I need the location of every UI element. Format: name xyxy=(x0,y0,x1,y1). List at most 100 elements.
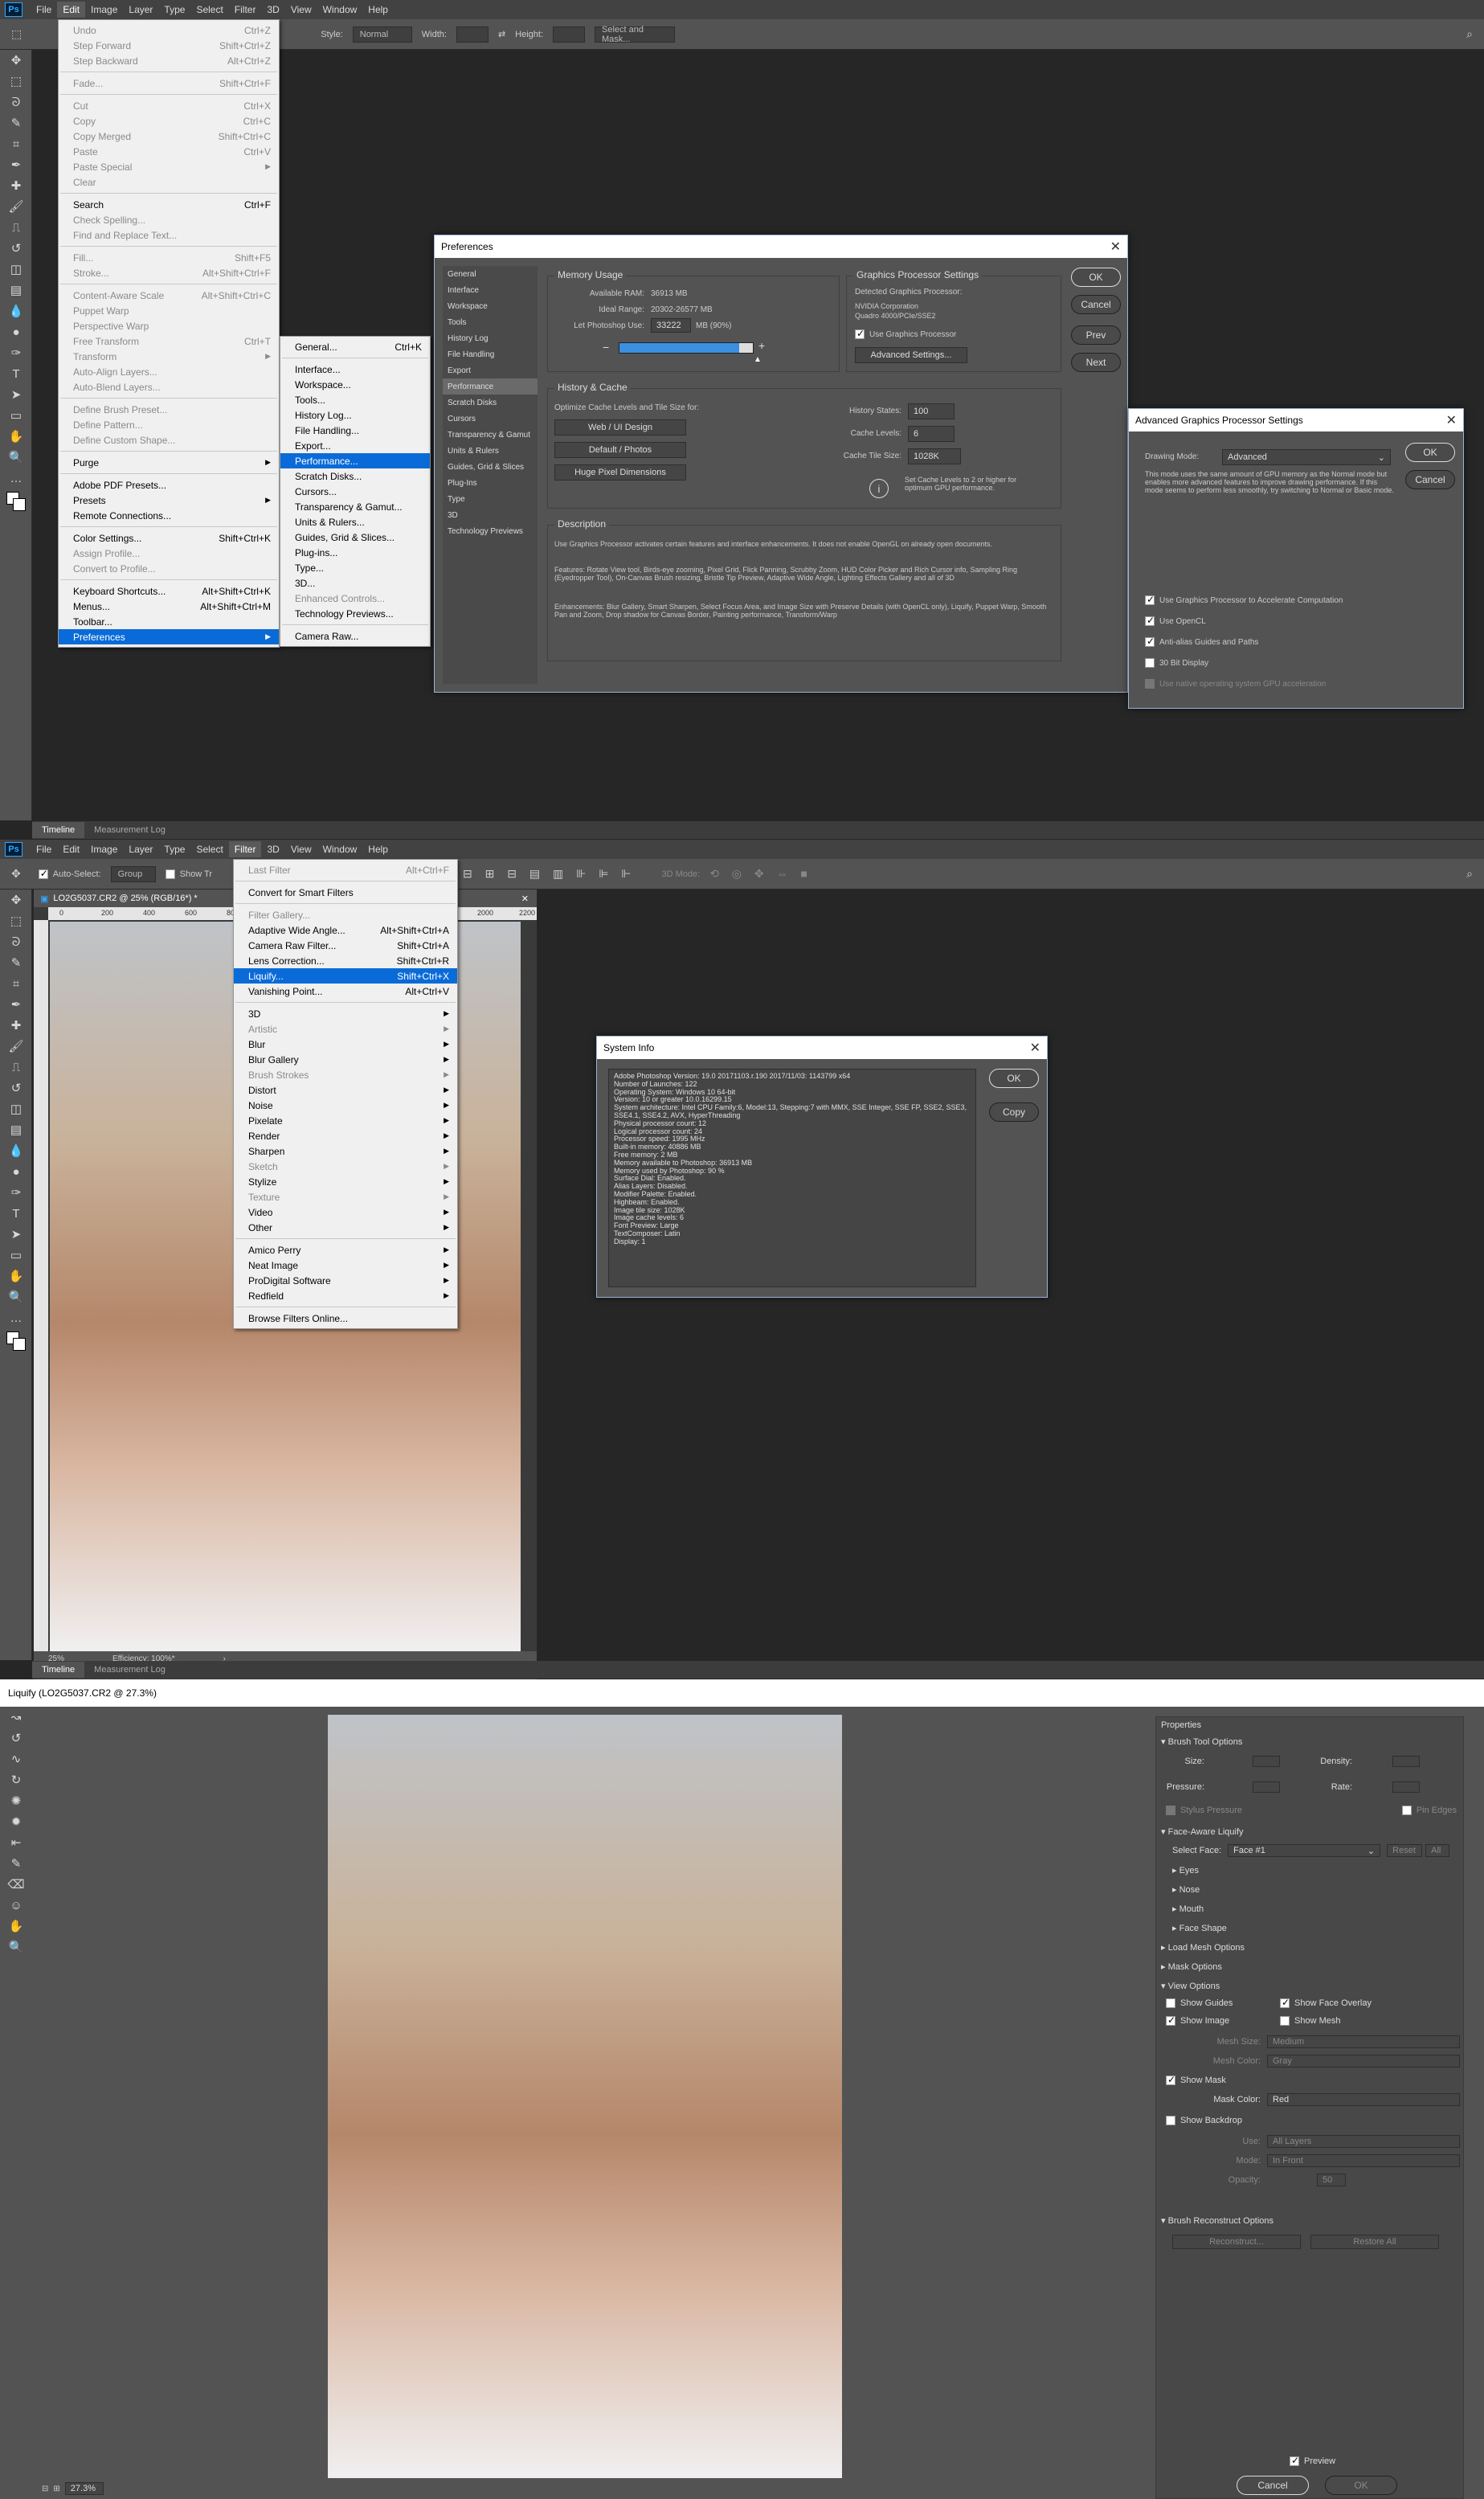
menu-file[interactable]: File xyxy=(31,2,57,18)
tab-measurement-log[interactable]: Measurement Log xyxy=(84,1662,175,1678)
filter-menu-item-adaptive-wide-angle[interactable]: Adaptive Wide Angle... Alt+Shift+Ctrl+A xyxy=(234,922,457,938)
prefs-menu-item-camera-raw[interactable]: Camera Raw... xyxy=(280,628,430,644)
twirl-tool-icon[interactable]: ↻ xyxy=(0,1769,32,1790)
prefs-nav-3d[interactable]: 3D xyxy=(443,507,538,523)
color-swatches[interactable] xyxy=(0,1328,32,1360)
zoom-out-icon[interactable]: ⊟ xyxy=(42,2485,48,2493)
filter-menu-item-browse-filters-online[interactable]: Browse Filters Online... xyxy=(234,1311,457,1326)
filter-menu-item-convert-for-smart-filters[interactable]: Convert for Smart Filters xyxy=(234,885,457,900)
eyedropper-icon[interactable]: ✒ xyxy=(0,154,32,175)
prefs-nav-export[interactable]: Export xyxy=(443,362,538,378)
filter-menu-item-noise[interactable]: Noise ▶ xyxy=(234,1098,457,1113)
move-tool-icon[interactable]: ✥ xyxy=(0,50,32,71)
face-shape-section[interactable]: ▸ Face Shape xyxy=(1156,1923,1463,1934)
marquee-tool-icon[interactable]: ⬚ xyxy=(0,910,32,931)
prefs-nav-type[interactable]: Type xyxy=(443,491,538,507)
group-select[interactable]: Group xyxy=(110,865,156,882)
liquify-cancel-button[interactable]: Cancel xyxy=(1237,2476,1309,2495)
sysinfo-copy-button[interactable]: Copy xyxy=(989,1102,1039,1122)
filter-menu-item-video[interactable]: Video ▶ xyxy=(234,1205,457,1220)
default-photos-button[interactable]: Default / Photos xyxy=(554,442,686,458)
load-mesh-header[interactable]: ▸ Load Mesh Options xyxy=(1156,1942,1463,1953)
liquify-preview-photo[interactable] xyxy=(328,1715,842,2478)
prefs-menu-item-export[interactable]: Export... xyxy=(280,438,430,453)
agps-cancel-button[interactable]: Cancel xyxy=(1405,470,1455,489)
prefs-menu-item-technology-previews[interactable]: Technology Previews... xyxy=(280,606,430,621)
pin-edges-checkbox[interactable] xyxy=(1401,1806,1412,1815)
huge-pixel-dimensions-button[interactable]: Huge Pixel Dimensions xyxy=(554,464,686,481)
menu-3d[interactable]: 3D xyxy=(261,841,284,857)
plus-icon[interactable]: + xyxy=(758,339,765,352)
menu-layer[interactable]: Layer xyxy=(123,2,158,18)
type-tool-icon[interactable]: T xyxy=(0,1203,32,1224)
mouth-section[interactable]: ▸ Mouth xyxy=(1156,1904,1463,1915)
advanced-settings-button[interactable]: Advanced Settings... xyxy=(855,347,967,363)
sysinfo-text-area[interactable]: Adobe Photoshop Version: 19.0 20171103.r… xyxy=(608,1069,976,1287)
filter-menu-item-stylize[interactable]: Stylize ▶ xyxy=(234,1174,457,1189)
pucker-tool-icon[interactable]: ✺ xyxy=(0,1790,32,1811)
prefs-menu-item-performance[interactable]: Performance... xyxy=(280,453,430,468)
menu-select[interactable]: Select xyxy=(190,841,228,857)
prefs-menu-item-plug-ins[interactable]: Plug-ins... xyxy=(280,545,430,560)
cache-levels-input[interactable]: 6 xyxy=(908,426,955,442)
prefs-nav-scratch-disks[interactable]: Scratch Disks xyxy=(443,395,538,411)
menu-window[interactable]: Window xyxy=(317,841,363,857)
nose-section[interactable]: ▸ Nose xyxy=(1156,1884,1463,1896)
filter-menu-item-distort[interactable]: Distort ▶ xyxy=(234,1082,457,1098)
menu-select[interactable]: Select xyxy=(190,2,228,18)
prefs-nav-guides-grid-slices[interactable]: Guides, Grid & Slices xyxy=(443,459,538,475)
prefs-nav-technology-previews[interactable]: Technology Previews xyxy=(443,523,538,539)
filter-menu-item-lens-correction[interactable]: Lens Correction... Shift+Ctrl+R xyxy=(234,953,457,968)
menu-view[interactable]: View xyxy=(285,841,317,857)
face-tool-icon[interactable]: ☺ xyxy=(0,1895,32,1916)
edit-menu-item-preferences[interactable]: Preferences ▶ xyxy=(59,629,279,644)
reconstruct-tool-icon[interactable]: ↺ xyxy=(0,1728,32,1748)
close-icon[interactable]: ✕ xyxy=(1110,239,1121,255)
prefs-menu-item-file-handling[interactable]: File Handling... xyxy=(280,423,430,438)
filter-menu-item-amico-perry[interactable]: Amico Perry ▶ xyxy=(234,1242,457,1258)
hand-tool-icon[interactable]: ✋ xyxy=(0,426,32,447)
preview-checkbox[interactable] xyxy=(1290,2455,1299,2466)
blur-tool-icon[interactable]: 💧 xyxy=(0,301,32,321)
thaw-mask-icon[interactable]: ⌫ xyxy=(0,1874,32,1895)
close-icon[interactable]: ✕ xyxy=(521,894,529,904)
next-button[interactable]: Next xyxy=(1071,353,1121,372)
filter-menu-item-neat-image[interactable]: Neat Image ▶ xyxy=(234,1258,457,1273)
drawing-mode-select[interactable]: Advanced ⌄ xyxy=(1222,449,1391,465)
menu-help[interactable]: Help xyxy=(362,841,394,857)
filter-menu-item-3d[interactable]: 3D ▶ xyxy=(234,1006,457,1021)
menu-3d[interactable]: 3D xyxy=(261,2,284,18)
prefs-menu-item-general[interactable]: General... Ctrl+K xyxy=(280,339,430,354)
memory-slider[interactable] xyxy=(619,342,754,354)
clone-stamp-icon[interactable]: ⎍ xyxy=(0,1057,32,1078)
rectangle-tool-icon[interactable]: ▭ xyxy=(0,1245,32,1266)
filter-menu-item-sharpen[interactable]: Sharpen ▶ xyxy=(234,1143,457,1159)
close-icon[interactable]: ✕ xyxy=(1030,1040,1040,1056)
prefs-menu-item-cursors[interactable]: Cursors... xyxy=(280,484,430,499)
auto-select-checkbox[interactable] xyxy=(38,868,48,879)
3d-tools-icons[interactable]: ⟲ ◎ ✥ ⇔ ■ xyxy=(709,867,812,881)
menu-type[interactable]: Type xyxy=(158,841,190,857)
zoom-in-icon[interactable]: ⊞ xyxy=(53,2485,59,2493)
more-tools-icon[interactable]: … xyxy=(0,1307,32,1328)
sysinfo-ok-button[interactable]: OK xyxy=(989,1069,1039,1088)
show-mesh-checkbox[interactable] xyxy=(1280,2016,1290,2026)
brush-reconstruct-header[interactable]: ▾ Brush Reconstruct Options xyxy=(1156,2215,1463,2227)
tab-timeline[interactable]: Timeline xyxy=(32,1662,85,1678)
agps-ok-button[interactable]: OK xyxy=(1405,443,1455,462)
show-face-overlay-checkbox[interactable] xyxy=(1280,1997,1290,2008)
menu-file[interactable]: File xyxy=(31,841,57,857)
let-photoshop-use-input[interactable]: 33222 xyxy=(651,318,691,333)
path-select-icon[interactable]: ➤ xyxy=(0,384,32,405)
liquify-ok-button[interactable]: OK xyxy=(1325,2476,1397,2495)
background-color[interactable] xyxy=(13,498,26,511)
pen-tool-icon[interactable]: ✑ xyxy=(0,1182,32,1203)
zoom-tool-icon[interactable]: 🔍 xyxy=(0,1937,32,1957)
edit-menu-item-remote-connections[interactable]: Remote Connections... xyxy=(59,508,279,523)
prefs-menu-item-3d[interactable]: 3D... xyxy=(280,575,430,591)
face-aware-header[interactable]: ▾ Face-Aware Liquify xyxy=(1156,1826,1463,1838)
select-face-dropdown[interactable]: Face #1 ⌄ xyxy=(1228,1844,1381,1857)
menu-filter[interactable]: Filter xyxy=(228,841,262,857)
filter-menu-item-other[interactable]: Other ▶ xyxy=(234,1220,457,1235)
edit-menu-item-search[interactable]: Search Ctrl+F xyxy=(59,197,279,212)
